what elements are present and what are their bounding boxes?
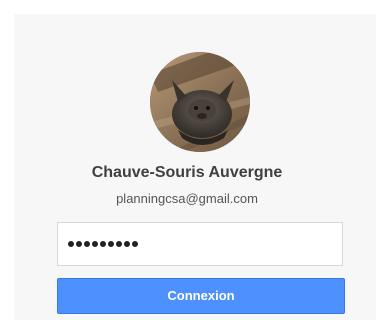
- account-email: planningcsa@gmail.com: [116, 191, 258, 206]
- login-button[interactable]: Connexion: [57, 278, 345, 314]
- bat-photo-icon: [150, 52, 250, 152]
- login-card: Chauve-Souris Auvergne planningcsa@gmail…: [14, 14, 376, 320]
- account-name: Chauve-Souris Auvergne: [91, 164, 283, 181]
- profile-avatar: [150, 52, 250, 152]
- password-input[interactable]: [57, 222, 343, 266]
